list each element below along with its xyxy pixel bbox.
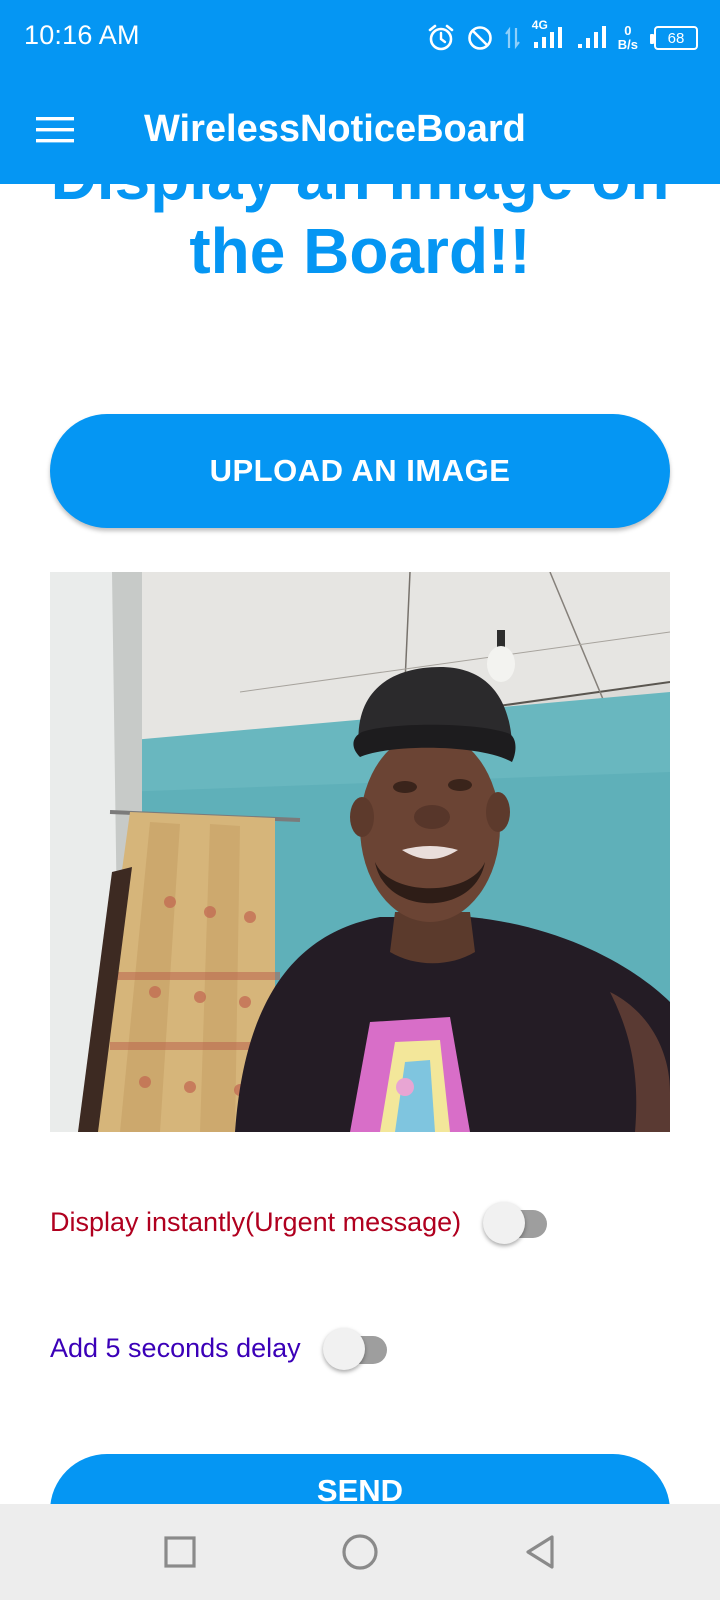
home-circle-icon[interactable] xyxy=(340,1532,380,1572)
battery-icon: 68 xyxy=(650,26,698,50)
signal-icon xyxy=(576,24,608,52)
network-type: 4G xyxy=(531,18,548,32)
system-nav-bar xyxy=(0,1504,720,1600)
alarm-icon xyxy=(426,23,456,53)
status-icons: 4G 0 B/s 68 xyxy=(426,16,698,60)
selected-image-preview xyxy=(50,572,670,1132)
switch-thumb xyxy=(483,1202,526,1244)
urgent-toggle-label: Display instantly(Urgent message) xyxy=(50,1206,462,1237)
status-time: 10:16 AM xyxy=(24,20,140,50)
back-triangle-icon[interactable] xyxy=(520,1532,560,1572)
urgent-toggle-switch[interactable] xyxy=(483,1200,549,1244)
status-bar: 10:16 AM 4G 0 B/s 68 xyxy=(0,0,720,76)
net-speed: 0 B/s xyxy=(618,24,638,52)
recents-square-icon[interactable] xyxy=(160,1532,200,1572)
screen: 10:16 AM 4G 0 B/s 68 WirelessNoticeBoard… xyxy=(0,0,720,1600)
do-not-disturb-icon xyxy=(466,24,494,52)
urgent-toggle-row: Display instantly(Urgent message) xyxy=(50,1200,549,1244)
net-speed-unit: B/s xyxy=(617,37,638,52)
delay-toggle-switch[interactable] xyxy=(322,1326,389,1370)
upload-image-button[interactable]: UPLOAD AN IMAGE xyxy=(50,414,670,528)
delay-toggle-row: Add 5 seconds delay xyxy=(50,1326,389,1370)
app-title: WirelessNoticeBoard xyxy=(144,108,526,150)
hamburger-menu-icon[interactable] xyxy=(30,106,82,154)
data-transfer-icon xyxy=(504,24,522,52)
signal-4g-icon: 4G xyxy=(532,18,566,52)
app-bar: WirelessNoticeBoard xyxy=(0,76,720,184)
battery-level: 68 xyxy=(667,29,685,47)
delay-toggle-label: Add 5 seconds delay xyxy=(50,1332,301,1363)
net-speed-value: 0 xyxy=(624,23,632,38)
switch-thumb xyxy=(322,1328,365,1370)
